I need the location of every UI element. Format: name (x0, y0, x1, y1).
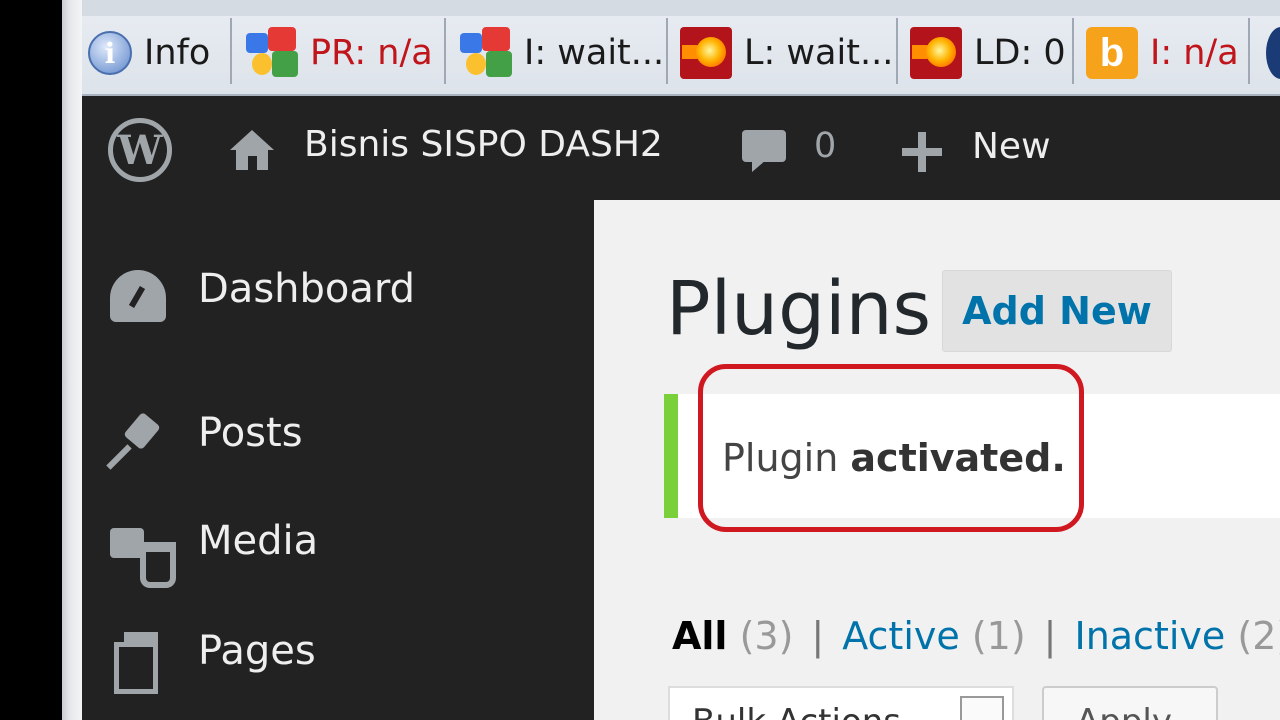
filter-all[interactable]: All (672, 614, 727, 658)
toolbar-separator (1072, 18, 1074, 84)
toolbar-separator (896, 18, 898, 84)
sidebar-item-dashboard[interactable]: Dashboard (82, 252, 594, 332)
filter-inactive[interactable]: Inactive (1074, 614, 1225, 658)
filter-separator: | (1043, 614, 1057, 658)
seo-bing-button[interactable]: b I: n/a (1086, 22, 1239, 84)
flame-linkdomains-icon (910, 27, 962, 79)
seo-links-button[interactable]: L: wait... (680, 22, 893, 84)
info-icon: i (88, 31, 132, 75)
pages-icon (110, 632, 166, 694)
home-icon[interactable] (230, 130, 274, 170)
filter-active-count: (1) (971, 614, 1026, 658)
plugin-status-filters: All (3) | Active (1) | Inactive (2) (672, 614, 1280, 658)
seo-pagerank-button[interactable]: PR: n/a (246, 22, 433, 84)
filter-separator: | (811, 614, 825, 658)
seo-toolbar: i Info PR: n/a I: wait... L: wait... LD:… (82, 0, 1280, 96)
sidebar-item-label: Dashboard (198, 266, 416, 312)
seo-pagerank-label: PR: n/a (310, 33, 433, 73)
plus-icon[interactable] (902, 132, 942, 172)
flame-links-icon (680, 27, 732, 79)
wp-admin-bar: W Bisnis SISPO DASH2 0 New (82, 96, 1280, 200)
comment-icon[interactable] (742, 130, 786, 172)
toolbar-top-strip (82, 0, 1280, 16)
sidebar-item-posts[interactable]: Posts (82, 396, 594, 476)
add-new-button[interactable]: Add New (942, 270, 1172, 352)
seo-linkdomains-label: LD: 0 (974, 33, 1066, 73)
partial-toolbar-icon (1266, 27, 1280, 79)
notice-message: Plugin activated. (722, 436, 1066, 480)
comment-count[interactable]: 0 (814, 126, 836, 166)
bulk-actions-select[interactable]: Bulk Actions (668, 686, 1014, 720)
seo-google-index-button[interactable]: I: wait... (460, 22, 664, 84)
filter-active[interactable]: Active (842, 614, 960, 658)
seo-google-index-label: I: wait... (524, 33, 665, 73)
toolbar-separator (666, 18, 668, 84)
main-content: Plugins Add New Plugin activated. All (3… (594, 200, 1280, 720)
site-name-link[interactable]: Bisnis SISPO DASH2 (304, 124, 663, 165)
filter-all-count: (3) (739, 614, 794, 658)
admin-sidebar-menu: Dashboard Posts Media Pages (82, 200, 594, 720)
toolbar-separator (230, 18, 232, 84)
seo-info-label: Info (144, 33, 211, 73)
wordpress-logo-icon[interactable]: W (108, 118, 172, 182)
seo-links-label: L: wait... (744, 33, 894, 73)
seo-info-button[interactable]: i Info (88, 22, 210, 84)
seo-next-button[interactable] (1266, 22, 1280, 84)
pin-icon (110, 414, 166, 466)
apply-button[interactable]: Apply (1042, 686, 1218, 720)
dashboard-icon (110, 270, 166, 322)
notice-text-plain: Plugin (722, 436, 851, 480)
seo-bing-label: I: n/a (1150, 33, 1239, 73)
filter-inactive-count: (2) (1237, 614, 1280, 658)
page-title: Plugins (666, 266, 932, 352)
sidebar-item-label: Posts (198, 410, 303, 456)
google-pagerank-icon (246, 27, 298, 79)
bulk-actions-label: Bulk Actions (692, 702, 901, 720)
screen-left-border (0, 0, 62, 720)
toolbar-separator (1248, 18, 1250, 84)
browser-frame-edge (62, 0, 82, 720)
toolbar-separator (444, 18, 446, 84)
google-index-icon (460, 27, 512, 79)
sidebar-item-pages[interactable]: Pages (82, 614, 594, 694)
seo-linkdomains-button[interactable]: LD: 0 (910, 22, 1066, 84)
sidebar-item-media[interactable]: Media (82, 504, 594, 588)
sidebar-item-label: Media (198, 518, 319, 564)
new-content-link[interactable]: New (972, 126, 1051, 167)
bing-icon: b (1086, 27, 1138, 79)
sidebar-item-label: Pages (198, 628, 316, 674)
notice-text-bold: activated. (850, 436, 1066, 480)
media-icon (110, 522, 176, 588)
apply-label: Apply (1076, 702, 1172, 720)
chevron-down-icon (960, 696, 1004, 720)
